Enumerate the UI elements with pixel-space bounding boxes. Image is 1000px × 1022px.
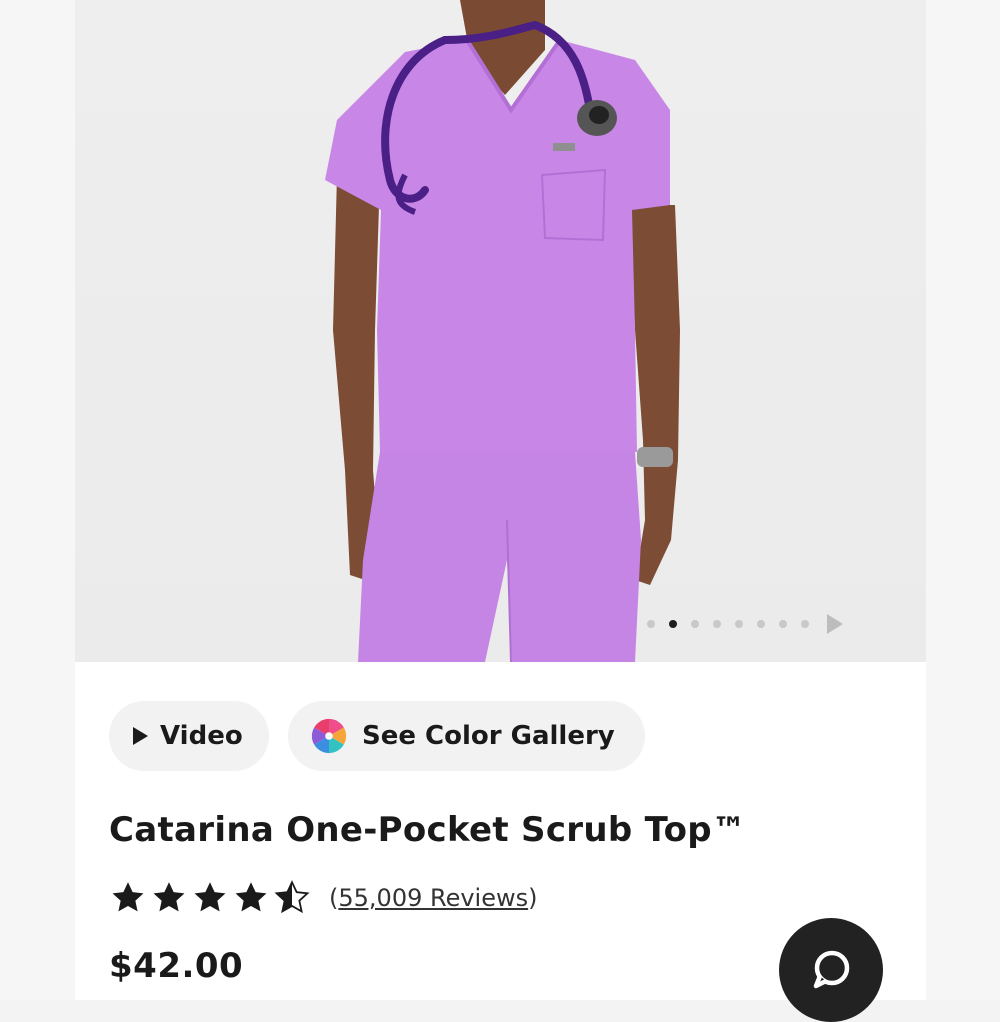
star-icon [194,882,226,912]
star-icon [235,882,267,912]
right-margin [926,0,1000,1000]
color-gallery-button[interactable]: See Color Gallery [288,701,645,771]
video-button[interactable]: Video [109,701,269,771]
product-image[interactable] [75,0,926,662]
star-icon [112,882,144,912]
carousel-dot[interactable] [713,620,721,628]
product-title: Catarina One-Pocket Scrub Top™ [109,810,747,850]
star-rating [109,880,311,916]
reviews-close-paren: ) [528,884,538,912]
carousel-dot[interactable] [647,620,655,628]
carousel-dot[interactable] [801,620,809,628]
left-margin [0,0,75,1000]
color-wheel-icon [311,718,347,754]
carousel-dot[interactable] [757,620,765,628]
product-price: $42.00 [109,946,244,986]
color-gallery-label: See Color Gallery [362,721,615,751]
carousel-dot[interactable] [691,620,699,628]
star-half-icon [274,880,310,914]
carousel-indicators [647,614,843,634]
reviews-link[interactable]: (55,009 Reviews) [329,884,538,912]
carousel-dot[interactable] [735,620,743,628]
next-arrow-icon[interactable] [827,614,843,634]
chat-button[interactable] [779,918,883,1022]
reviews-open-paren: ( [329,884,339,912]
video-button-label: Video [160,721,243,751]
carousel-dot-active[interactable] [669,620,677,628]
star-icon [153,882,185,912]
model-illustration [325,0,680,662]
reviews-count: 55,009 Reviews [338,884,529,912]
play-icon [133,727,148,745]
carousel-dot[interactable] [779,620,787,628]
chat-bubble-icon [813,950,850,989]
rating-row[interactable]: (55,009 Reviews) [109,880,538,916]
